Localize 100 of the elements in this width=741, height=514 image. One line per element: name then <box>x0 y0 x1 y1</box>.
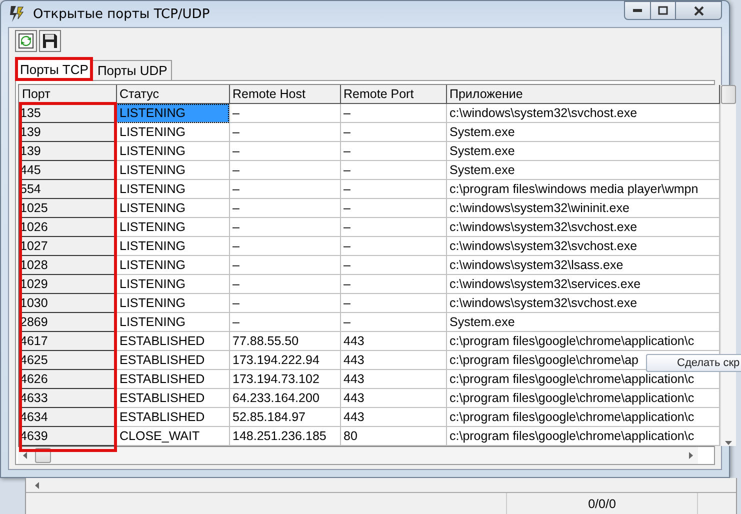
table-cell: ESTABLISHED <box>116 332 229 350</box>
table-cell: 173.194.73.102 <box>229 370 340 388</box>
table-cell: – <box>229 142 340 160</box>
table-cell: 2869 <box>19 312 116 332</box>
table-cell: – <box>340 104 446 122</box>
table-cell: ESTABLISHED <box>116 408 229 426</box>
table-cell: – <box>229 294 340 312</box>
table-cell: 148.251.236.185 <box>229 426 340 446</box>
table-cell: – <box>340 160 446 180</box>
table-cell: ESTABLISHED <box>116 370 229 388</box>
table-cell: c:\program files\google\chrome\application\c <box>446 426 719 446</box>
table-cell: – <box>229 180 340 198</box>
table-cell: 4639 <box>19 426 116 446</box>
refresh-button[interactable] <box>15 30 37 52</box>
table-cell: – <box>340 256 446 274</box>
table-cell: c:\windows\system32\services.exe <box>446 274 719 294</box>
table-cell: – <box>229 160 340 180</box>
table-cell: 445 <box>19 160 116 180</box>
table-cell: – <box>340 142 446 160</box>
table-cell: ESTABLISHED <box>116 388 229 408</box>
table-cell: 173.194.222.94 <box>229 350 340 370</box>
table-cell: 4626 <box>19 370 116 388</box>
table-cell: 139 <box>19 122 116 142</box>
table-cell: c:\program files\google\chrome\application\c <box>446 388 719 408</box>
table-cell: c:\program files\google\chrome\application\c <box>446 332 719 350</box>
table-cell: c:\windows\system32\lsass.exe <box>446 256 719 274</box>
table-cell: 443 <box>340 350 446 370</box>
status-text: 0/0/0 <box>588 496 616 510</box>
table-cell: – <box>340 294 446 312</box>
table-cell: 80 <box>340 426 446 446</box>
horizontal-scrollbar[interactable] <box>18 447 698 464</box>
app-icon <box>9 5 25 23</box>
column-header[interactable]: Remote Host <box>229 85 340 104</box>
table-cell: – <box>229 104 340 122</box>
table-cell: LISTENING <box>116 236 229 256</box>
table-cell: – <box>229 122 340 142</box>
table-cell: 4617 <box>19 332 116 350</box>
table-cell: LISTENING <box>116 142 229 160</box>
table-cell: c:\windows\system32\svchost.exe <box>446 218 719 236</box>
table-cell: ESTABLISHED <box>116 350 229 370</box>
table-cell: – <box>229 256 340 274</box>
scroll-thumb[interactable] <box>720 85 736 104</box>
table-cell: 1026 <box>19 218 116 236</box>
tab[interactable]: Порты TCP <box>15 57 94 81</box>
window-title: Открытые порты TCP/UDP <box>33 6 211 22</box>
table-cell: LISTENING <box>116 160 229 180</box>
table-cell: CLOSE_WAIT <box>116 426 229 446</box>
table-cell: 4634 <box>19 408 116 426</box>
table-cell: c:\windows\system32\wininit.exe <box>446 198 719 218</box>
close-icon <box>694 6 704 16</box>
table-cell: c:\windows\system32\svchost.exe <box>446 294 719 312</box>
table-cell: System.exe <box>446 160 719 180</box>
table-cell: LISTENING <box>116 274 229 294</box>
table-cell: 77.88.55.50 <box>229 332 340 350</box>
table-cell: – <box>340 180 446 198</box>
column-header[interactable]: Статус <box>116 85 229 104</box>
table-cell: 4633 <box>19 388 116 408</box>
column-header[interactable]: Remote Port <box>340 85 446 104</box>
table-cell: 443 <box>340 388 446 408</box>
table-cell: LISTENING <box>116 198 229 218</box>
table-cell: – <box>229 218 340 236</box>
table-cell: – <box>229 312 340 332</box>
table-cell: LISTENING <box>116 256 229 274</box>
table-cell: 443 <box>340 408 446 426</box>
table-cell: 1025 <box>19 198 116 218</box>
table-cell: c:\program files\google\chrome\application\c <box>446 408 719 426</box>
table-cell: – <box>340 218 446 236</box>
table-cell: 64.233.164.200 <box>229 388 340 408</box>
maximize-button[interactable] <box>650 1 676 20</box>
minimize-button[interactable] <box>624 1 651 20</box>
table-cell: LISTENING <box>116 312 229 332</box>
table-cell: 443 <box>340 370 446 388</box>
table-cell: System.exe <box>446 142 719 160</box>
table-cell: System.exe <box>446 312 719 332</box>
table-cell: LISTENING <box>116 180 229 198</box>
maximize-icon <box>658 6 668 15</box>
tab[interactable]: Порты UDP <box>92 60 172 81</box>
table-cell: 1030 <box>19 294 116 312</box>
scroll-left-icon[interactable] <box>34 482 41 488</box>
table-cell: LISTENING <box>116 294 229 312</box>
table-cell: 4625 <box>19 350 116 370</box>
table-cell: 52.85.184.97 <box>229 408 340 426</box>
scroll-down-icon[interactable] <box>724 439 732 446</box>
save-button[interactable] <box>39 30 61 52</box>
table-cell: – <box>340 122 446 142</box>
scroll-right-icon[interactable] <box>687 452 694 459</box>
table-cell: 139 <box>19 142 116 160</box>
table-cell: – <box>229 274 340 294</box>
table-cell: – <box>340 198 446 218</box>
table-cell: – <box>340 236 446 256</box>
table-cell: – <box>229 198 340 218</box>
refresh-icon <box>18 33 34 49</box>
column-header[interactable]: Приложение <box>446 85 719 104</box>
scroll-left-icon[interactable] <box>22 452 29 459</box>
tooltip: Сделать скр <box>646 354 741 372</box>
table-cell: System.exe <box>446 122 719 142</box>
close-button[interactable] <box>675 1 722 20</box>
table-cell: LISTENING <box>116 218 229 236</box>
table-cell: 443 <box>340 332 446 350</box>
table-cell: – <box>229 236 340 256</box>
